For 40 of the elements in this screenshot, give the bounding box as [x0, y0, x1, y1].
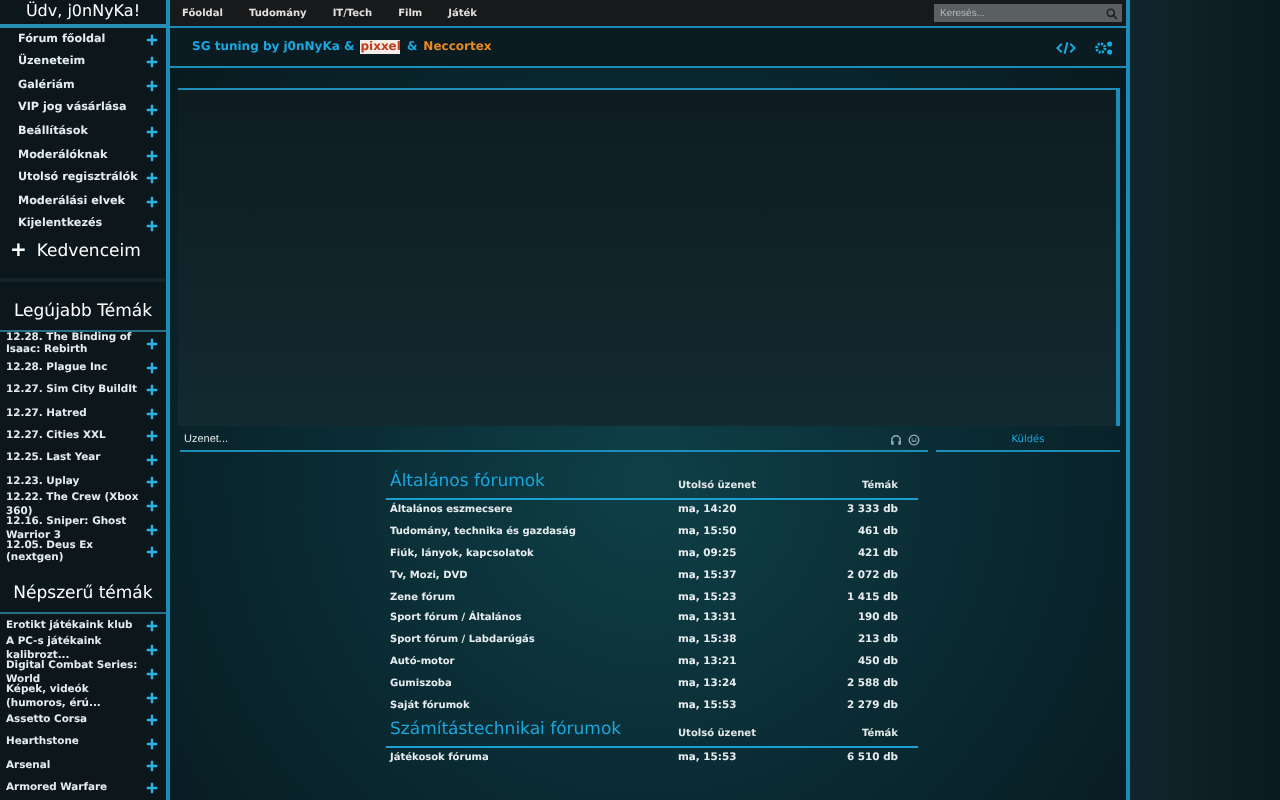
- plus-icon[interactable]: [146, 407, 158, 420]
- forum-group-title: Számítástechnikai fórumok: [390, 719, 624, 740]
- plus-icon[interactable]: [146, 33, 158, 46]
- plus-icon[interactable]: [146, 126, 158, 139]
- plus-icon[interactable]: [146, 476, 158, 489]
- search-button[interactable]: [1104, 4, 1122, 22]
- plus-icon[interactable]: [146, 430, 158, 443]
- plus-icon[interactable]: [146, 620, 158, 633]
- plus-icon[interactable]: [146, 499, 158, 512]
- plus-icon[interactable]: +: [10, 242, 27, 263]
- greeting-text: Üdv, j0nNyKa!: [0, 0, 166, 28]
- plus-icon[interactable]: [146, 714, 158, 727]
- section-heading: Legújabb Témák: [0, 282, 166, 333]
- forum-group-title: Általános fórumok: [390, 472, 547, 492]
- plus-icon[interactable]: [146, 384, 158, 397]
- plus-icon[interactable]: [146, 172, 158, 185]
- plus-icon[interactable]: [146, 362, 158, 375]
- search-icon: [1105, 7, 1117, 19]
- code-icon[interactable]: [1056, 39, 1076, 55]
- plus-icon[interactable]: [146, 453, 158, 466]
- plus-icon[interactable]: [146, 196, 158, 209]
- settings-icon[interactable]: [1094, 39, 1114, 55]
- plus-icon[interactable]: [146, 219, 158, 232]
- emoji-icon[interactable]: [908, 434, 920, 446]
- plus-icon[interactable]: [146, 523, 158, 536]
- plus-icon[interactable]: [146, 782, 158, 795]
- plus-icon[interactable]: [146, 149, 158, 162]
- plus-icon[interactable]: [146, 691, 158, 703]
- headphones-icon[interactable]: [890, 434, 902, 446]
- favorites-link[interactable]: Kedvenceim: [36, 242, 141, 263]
- plus-icon[interactable]: [146, 667, 158, 680]
- plus-icon[interactable]: [146, 56, 158, 69]
- plus-icon[interactable]: [146, 80, 158, 93]
- plus-icon[interactable]: [146, 338, 158, 351]
- plus-icon[interactable]: [146, 737, 158, 750]
- plus-icon[interactable]: [146, 759, 158, 772]
- plus-icon[interactable]: [146, 546, 158, 559]
- plus-icon[interactable]: [146, 103, 158, 116]
- section-heading: Népszerű témák: [0, 564, 166, 615]
- plus-icon[interactable]: [146, 643, 158, 656]
